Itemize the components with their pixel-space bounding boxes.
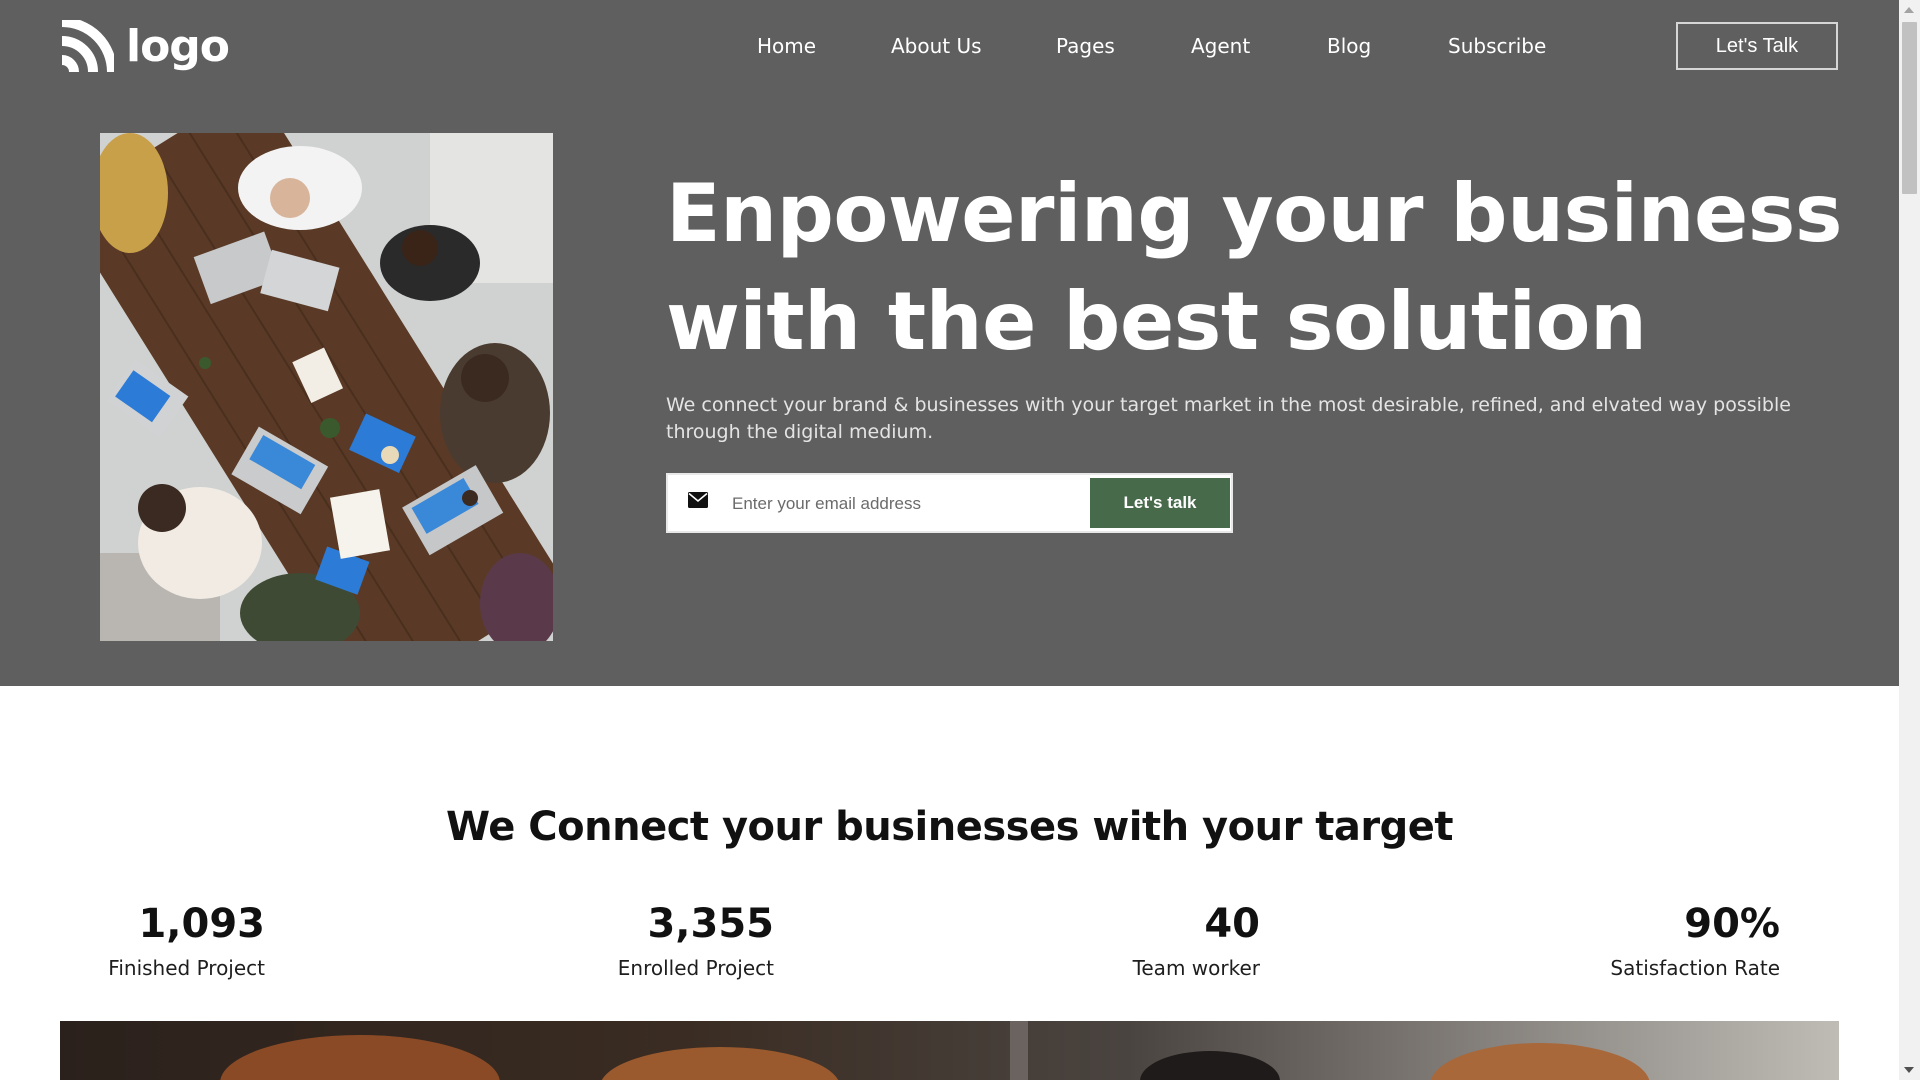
stat-value: 1,093 — [138, 901, 265, 947]
hero-headline: Enpowering your business with the best s… — [666, 160, 1866, 376]
headline-line-2: with the best solution — [666, 275, 1647, 368]
nav-item-subscribe[interactable]: Subscribe — [1448, 34, 1546, 58]
stat-value: 40 — [1204, 901, 1260, 947]
page-scrollbar[interactable] — [1899, 0, 1920, 1080]
hero-subtext: We connect your brand & businesses with … — [666, 394, 1791, 443]
stat-label: Team worker — [1132, 956, 1260, 980]
stat-label: Enrolled Project — [617, 956, 774, 980]
team-photo-illustration — [60, 1021, 1839, 1080]
stat-team-worker: 40 Team worker — [1118, 900, 1260, 982]
stat-value: 90% — [1684, 901, 1780, 947]
email-submit-button[interactable]: Let's talk — [1090, 478, 1230, 528]
hero-team-photo — [100, 133, 553, 641]
envelope-icon — [688, 492, 708, 512]
stat-satisfaction-rate: 90% Satisfaction Rate — [1610, 900, 1780, 982]
scroll-up-icon[interactable] — [1904, 7, 1914, 13]
stats-section-title: We Connect your businesses with your tar… — [446, 804, 1453, 850]
stat-label: Finished Project — [108, 956, 265, 980]
stat-enrolled-project: 3,355 Enrolled Project — [604, 900, 774, 982]
stat-finished-project: 1,093 Finished Project — [100, 900, 265, 982]
scrollbar-thumb[interactable] — [1902, 22, 1917, 194]
site-logo[interactable]: logo — [60, 20, 230, 74]
stat-value: 3,355 — [647, 901, 774, 947]
nav-item-about-us[interactable]: About Us — [891, 34, 982, 58]
stat-label: Satisfaction Rate — [1610, 956, 1780, 980]
scroll-down-icon[interactable] — [1904, 1067, 1914, 1073]
nav-item-pages[interactable]: Pages — [1056, 34, 1115, 58]
team-meeting-illustration — [100, 133, 553, 641]
hero-section: logo Home About Us Pages Agent Blog Subs… — [0, 0, 1899, 686]
nav-item-agent[interactable]: Agent — [1191, 34, 1250, 58]
lets-talk-button[interactable]: Let's Talk — [1676, 22, 1838, 70]
logo-arcs-icon — [61, 20, 114, 73]
headline-line-1: Enpowering your business — [666, 167, 1843, 260]
nav-item-blog[interactable]: Blog — [1327, 34, 1371, 58]
logo-text: logo — [126, 21, 230, 72]
email-input[interactable] — [732, 487, 1072, 521]
team-photo-strip — [60, 1021, 1839, 1080]
nav-item-home[interactable]: Home — [757, 34, 816, 58]
email-signup-form: Let's talk — [666, 473, 1233, 533]
